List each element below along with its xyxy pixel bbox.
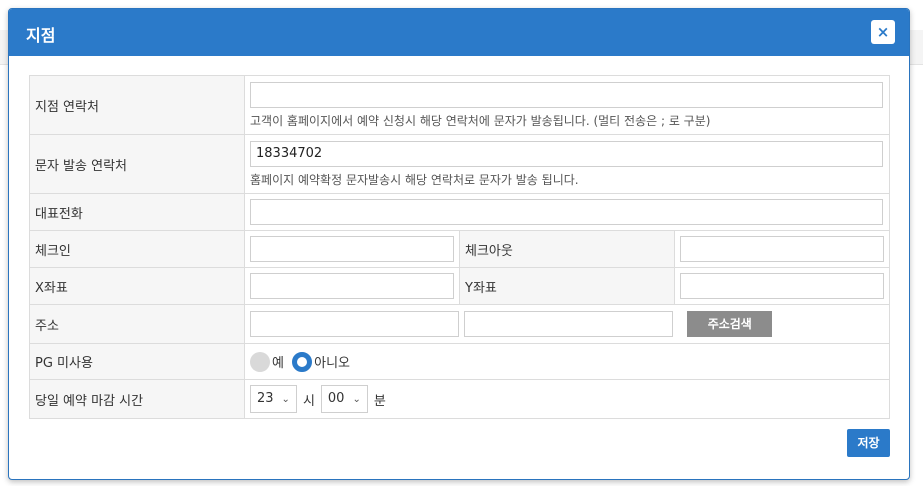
deadline-minute-value: 00 xyxy=(327,391,345,406)
branch-modal: 지점 × 지점 연락처 고객이 홈페이지에서 예약 신청시 해당 연락처에 문자… xyxy=(8,8,910,480)
label-checkout: 체크아웃 xyxy=(459,230,675,268)
checkout-input[interactable] xyxy=(680,236,884,262)
chevron-down-icon: ⌄ xyxy=(352,394,361,405)
modal-header: 지점 × xyxy=(9,9,909,56)
close-icon: × xyxy=(876,23,890,41)
row-deadline: 당일 예약 마감 시간 23 ⌄ 시 00 ⌄ 분 xyxy=(29,379,891,419)
sms-contact-input[interactable]: 18334702 xyxy=(250,140,883,167)
row-pg: PG 미사용 예 아니오 xyxy=(29,343,891,380)
label-x-coord: X좌표 xyxy=(29,267,245,305)
deadline-minute-select[interactable]: 00 ⌄ xyxy=(320,385,368,413)
row-coordinates: X좌표 Y좌표 xyxy=(29,267,891,305)
row-checkin-checkout: 체크인 체크아웃 xyxy=(29,230,891,268)
label-address: 주소 xyxy=(29,304,245,344)
label-deadline: 당일 예약 마감 시간 xyxy=(29,379,245,419)
save-button[interactable]: 저장 xyxy=(847,429,890,457)
pg-no-radio[interactable] xyxy=(292,351,313,372)
label-branch-contact: 지점 연락처 xyxy=(29,75,245,135)
deadline-minute-unit: 분 xyxy=(373,393,386,409)
x-coord-input[interactable] xyxy=(250,273,454,299)
row-branch-contact: 지점 연락처 고객이 홈페이지에서 예약 신청시 해당 연락처에 문자가 발송됩… xyxy=(29,75,891,135)
close-button[interactable]: × xyxy=(871,20,895,44)
chevron-down-icon: ⌄ xyxy=(281,394,290,405)
branch-form-table: 지점 연락처 고객이 홈페이지에서 예약 신청시 해당 연락처에 문자가 발송됩… xyxy=(29,75,891,419)
pg-no-label: 아니오 xyxy=(314,356,350,371)
address-search-button[interactable]: 주소검색 xyxy=(687,311,773,337)
address-input-1[interactable] xyxy=(250,311,459,337)
checkin-input[interactable] xyxy=(250,236,454,262)
label-sms-contact: 문자 발송 연락처 xyxy=(29,134,245,194)
label-y-coord: Y좌표 xyxy=(459,267,675,305)
pg-yes-radio[interactable] xyxy=(250,351,270,372)
label-pg: PG 미사용 xyxy=(29,343,245,380)
deadline-hour-select[interactable]: 23 ⌄ xyxy=(250,385,297,413)
row-sms-contact: 문자 발송 연락처 18334702 홈페이지 예약확정 문자발송시 해당 연락… xyxy=(29,134,891,194)
row-main-phone: 대표전화 xyxy=(29,193,891,231)
sms-contact-help: 홈페이지 예약확정 문자발송시 해당 연락처로 문자가 발송 됩니다. xyxy=(250,172,579,187)
main-phone-input[interactable] xyxy=(250,199,883,225)
row-address: 주소 주소검색 xyxy=(29,304,891,344)
label-main-phone: 대표전화 xyxy=(29,193,245,231)
y-coord-input[interactable] xyxy=(680,273,884,299)
modal-title: 지점 xyxy=(26,26,56,45)
branch-contact-input[interactable] xyxy=(250,81,883,108)
branch-contact-help: 고객이 홈페이지에서 예약 신청시 해당 연락처에 문자가 발송됩니다. (멀티… xyxy=(250,113,711,128)
pg-yes-label: 예 xyxy=(272,356,284,371)
address-input-2[interactable] xyxy=(464,311,674,337)
deadline-hour-unit: 시 xyxy=(302,393,315,409)
deadline-hour-value: 23 xyxy=(257,391,274,406)
label-checkin: 체크인 xyxy=(29,230,245,268)
